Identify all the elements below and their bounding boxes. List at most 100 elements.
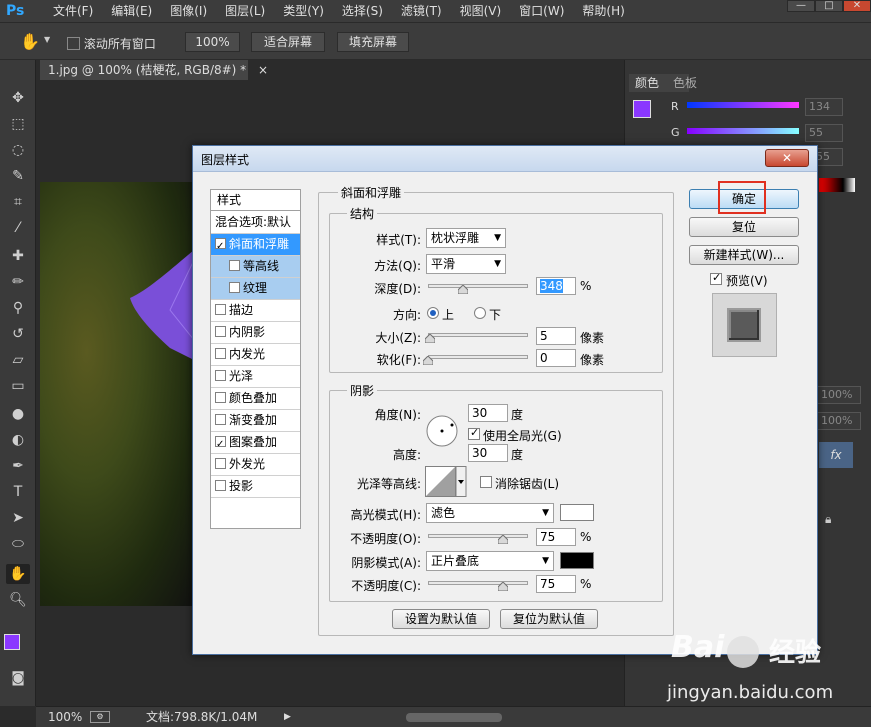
crop-tool-icon[interactable]: ⌗: [6, 192, 30, 212]
reset-default-button[interactable]: 复位为默认值: [500, 609, 598, 629]
status-zoom[interactable]: 100%: [48, 707, 82, 727]
angle-dial-icon[interactable]: [425, 414, 459, 448]
hand-tool-active-icon[interactable]: ✋: [6, 564, 30, 584]
marquee-tool-icon[interactable]: ⬚: [6, 114, 30, 134]
style-checkbox[interactable]: [215, 414, 226, 425]
fx-layer-icon[interactable]: fx: [819, 442, 853, 468]
g-slider[interactable]: [687, 128, 799, 134]
slider-thumb-icon[interactable]: [498, 582, 508, 591]
move-tool-icon[interactable]: ✥: [6, 88, 30, 108]
horizontal-scrollbar[interactable]: [406, 713, 502, 722]
style-item-11[interactable]: 外发光: [211, 454, 300, 475]
dodge-tool-icon[interactable]: ◐: [6, 430, 30, 450]
style-item-3[interactable]: 纹理: [211, 278, 300, 299]
menu-item-7[interactable]: 视图(V): [451, 0, 511, 22]
menu-item-1[interactable]: 编辑(E): [102, 0, 161, 22]
shadow-opacity-input[interactable]: 75: [536, 575, 576, 593]
slider-thumb-icon[interactable]: [425, 334, 435, 343]
tool-preset-chevron-icon[interactable]: ▼: [44, 35, 50, 44]
style-checkbox[interactable]: [229, 282, 240, 293]
ellipse-tool-icon[interactable]: ⬭: [6, 534, 30, 554]
style-checkbox[interactable]: [215, 326, 226, 337]
depth-input[interactable]: 348: [536, 277, 576, 295]
menu-item-2[interactable]: 图像(I): [161, 0, 216, 22]
direction-up-radio[interactable]: [427, 307, 439, 319]
style-checkbox[interactable]: [215, 236, 226, 257]
style-item-7[interactable]: 光泽: [211, 366, 300, 387]
brush-tool-icon[interactable]: ✏: [6, 272, 30, 292]
style-checkbox[interactable]: [215, 370, 226, 381]
highlight-opacity-slider[interactable]: [428, 530, 528, 544]
menu-item-9[interactable]: 帮助(H): [573, 0, 633, 22]
opacity-field[interactable]: 100%: [817, 386, 861, 404]
quick-select-tool-icon[interactable]: ✎: [6, 166, 30, 186]
status-menu-arrow-icon[interactable]: ▶: [284, 707, 291, 727]
menu-item-4[interactable]: 类型(Y): [274, 0, 333, 22]
history-brush-tool-icon[interactable]: ↺: [6, 324, 30, 344]
global-light-checkbox[interactable]: [468, 426, 480, 440]
scroll-all-windows-checkbox[interactable]: 滚动所有窗口: [67, 35, 156, 52]
size-slider[interactable]: [425, 329, 528, 343]
close-tab-icon[interactable]: ×: [258, 63, 268, 77]
style-item-12[interactable]: 投影: [211, 476, 300, 497]
menu-item-3[interactable]: 图层(L): [216, 0, 274, 22]
style-checkbox[interactable]: [215, 392, 226, 403]
style-checkbox[interactable]: [215, 458, 226, 469]
zoom-100-button[interactable]: 100%: [185, 32, 240, 52]
maximize-button[interactable]: □: [815, 0, 843, 12]
type-tool-icon[interactable]: T: [6, 482, 30, 502]
style-checkbox[interactable]: [215, 480, 226, 491]
bevel-style-select[interactable]: 枕状浮雕 ▼: [426, 228, 506, 248]
shadow-mode-select[interactable]: 正片叠底 ▼: [426, 551, 554, 571]
dialog-titlebar[interactable]: 图层样式 ✕: [193, 146, 817, 172]
new-style-button[interactable]: 新建样式(W)...: [689, 245, 799, 265]
slider-thumb-icon[interactable]: [423, 356, 433, 365]
style-checkbox[interactable]: [215, 348, 226, 359]
shadow-color-swatch[interactable]: [560, 552, 594, 569]
quick-mask-icon[interactable]: ◙: [6, 668, 30, 688]
style-item-6[interactable]: 内发光: [211, 344, 300, 365]
hand-tool-icon[interactable]: ✋: [20, 32, 40, 51]
shadow-opacity-slider[interactable]: [428, 577, 528, 591]
reset-button[interactable]: 复位: [689, 217, 799, 237]
menu-item-0[interactable]: 文件(F): [44, 0, 102, 22]
menu-item-8[interactable]: 窗口(W): [510, 0, 573, 22]
technique-select[interactable]: 平滑 ▼: [426, 254, 506, 274]
highlight-color-swatch[interactable]: [560, 504, 594, 521]
soften-input[interactable]: 0: [536, 349, 576, 367]
angle-input[interactable]: 30: [468, 404, 508, 422]
lock-icon[interactable]: 🔒︎: [825, 512, 831, 527]
style-item-2[interactable]: 等高线: [211, 256, 300, 277]
document-tab[interactable]: 1.jpg @ 100% (桔梗花, RGB/8#) * ×: [40, 60, 268, 80]
tab-swatches[interactable]: 色板: [671, 74, 711, 92]
set-default-button[interactable]: 设置为默认值: [392, 609, 490, 629]
pen-tool-icon[interactable]: ✒: [6, 456, 30, 476]
highlight-opacity-input[interactable]: 75: [536, 528, 576, 546]
document-photo[interactable]: [40, 182, 195, 606]
close-window-button[interactable]: ✕: [843, 0, 871, 12]
path-select-tool-icon[interactable]: ➤: [6, 508, 30, 528]
direction-down-radio[interactable]: [474, 307, 486, 319]
style-item-5[interactable]: 内阴影: [211, 322, 300, 343]
zoom-tool-icon[interactable]: 🔍︎: [6, 590, 30, 610]
slider-thumb-icon[interactable]: [498, 535, 508, 544]
lasso-tool-icon[interactable]: ◌: [6, 140, 30, 160]
style-item-8[interactable]: 颜色叠加: [211, 388, 300, 409]
eraser-tool-icon[interactable]: ▱: [6, 350, 30, 370]
minimize-button[interactable]: —: [787, 0, 815, 12]
blur-tool-icon[interactable]: ●: [6, 404, 30, 424]
r-value[interactable]: 134: [805, 98, 843, 116]
style-item-4[interactable]: 描边: [211, 300, 300, 321]
style-item-9[interactable]: 渐变叠加: [211, 410, 300, 431]
healing-brush-tool-icon[interactable]: ✚: [6, 246, 30, 266]
menu-item-5[interactable]: 选择(S): [333, 0, 392, 22]
style-item-0[interactable]: 混合选项:默认: [211, 212, 300, 233]
g-value[interactable]: 55: [805, 124, 843, 142]
depth-slider[interactable]: [428, 280, 528, 294]
menu-item-6[interactable]: 滤镜(T): [392, 0, 451, 22]
fill-field[interactable]: 100%: [817, 412, 861, 430]
slider-thumb-icon[interactable]: [458, 285, 468, 294]
style-checkbox[interactable]: [229, 260, 240, 271]
clone-stamp-tool-icon[interactable]: ⚲: [6, 298, 30, 318]
panel-foreground-swatch[interactable]: [633, 100, 651, 118]
